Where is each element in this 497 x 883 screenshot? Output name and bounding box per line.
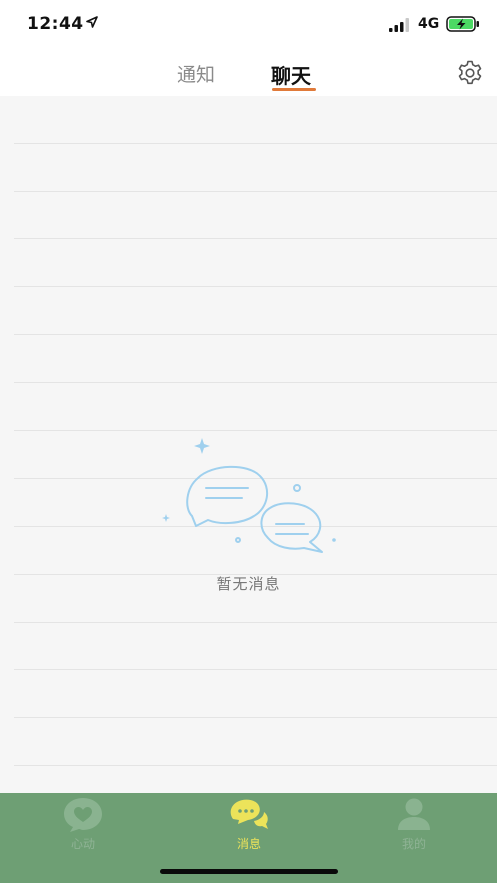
tab-chat[interactable]: 聊天 <box>271 60 311 89</box>
active-tab-indicator <box>272 88 316 91</box>
tab-notice[interactable]: 通知 <box>177 60 215 87</box>
heart-bubble-icon <box>64 798 102 832</box>
empty-state-text: 暂无消息 <box>216 575 281 593</box>
nav-me-label: 我的 <box>401 837 426 851</box>
nav-heart-label: 心动 <box>70 837 95 851</box>
list-divider <box>14 669 497 670</box>
home-indicator <box>160 869 338 874</box>
status-bar: 12:44 4G <box>0 0 497 50</box>
person-icon <box>398 798 430 830</box>
nav-messages-label: 消息 <box>236 837 261 851</box>
list-divider <box>14 765 497 766</box>
list-divider <box>14 286 497 287</box>
list-divider <box>14 622 497 623</box>
nav-me[interactable]: 我的 <box>374 797 454 857</box>
chat-bubbles-icon <box>162 438 336 553</box>
cellular-signal-icon <box>389 18 409 32</box>
list-divider <box>14 334 497 335</box>
list-divider <box>14 717 497 718</box>
status-time: 12:44 <box>27 14 84 34</box>
location-arrow-icon <box>86 16 98 28</box>
chat-bubbles-icon <box>230 799 268 829</box>
list-divider <box>14 238 497 239</box>
battery-charging-icon <box>446 16 479 32</box>
nav-heart[interactable]: 心动 <box>43 797 123 857</box>
list-divider <box>14 143 497 144</box>
chat-list-area[interactable]: 暂无消息 <box>0 96 497 793</box>
list-divider <box>14 191 497 192</box>
nav-messages[interactable]: 消息 <box>209 797 289 857</box>
network-type: 4G <box>418 16 440 32</box>
top-tab-bar: 通知 聊天 <box>0 50 497 96</box>
list-divider <box>14 382 497 383</box>
gear-icon[interactable] <box>456 59 484 87</box>
list-divider <box>14 430 497 431</box>
